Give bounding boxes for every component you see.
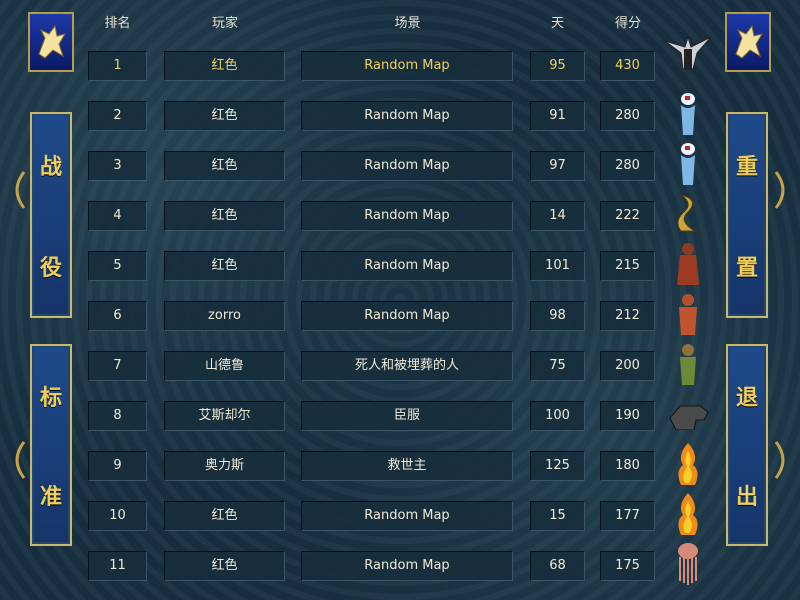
player-cell: zorro (164, 301, 285, 331)
rank-cell: 10 (88, 501, 147, 531)
table-row: 10 红色 Random Map 15 177 (0, 493, 800, 541)
player-cell: 山德鲁 (164, 351, 285, 381)
days-cell: 91 (530, 101, 585, 131)
player-cell: 红色 (164, 101, 285, 131)
score-cell: 175 (600, 551, 655, 581)
score-cell: 200 (600, 351, 655, 381)
table-row: 2 红色 Random Map 91 280 (0, 93, 800, 141)
table-row: 9 奥力斯 救世主 125 180 (0, 443, 800, 491)
scene-cell: Random Map (301, 501, 513, 531)
score-cell: 280 (600, 151, 655, 181)
score-cell: 177 (600, 501, 655, 531)
table-row: 8 艾斯却尔 臣服 100 190 (0, 401, 800, 441)
scene-cell: Random Map (301, 251, 513, 281)
scene-cell: Random Map (301, 301, 513, 331)
table-row: 5 红色 Random Map 101 215 (0, 243, 800, 291)
table-row: 7 山德鲁 死人和被埋葬的人 75 200 (0, 344, 800, 391)
scene-cell: Random Map (301, 51, 513, 81)
scene-cell: Random Map (301, 101, 513, 131)
orc-icon (662, 341, 714, 385)
rank-cell: 7 (88, 351, 147, 381)
days-cell: 75 (530, 351, 585, 381)
score-cell: 212 (600, 301, 655, 331)
scene-cell: 臣服 (301, 401, 513, 431)
scene-cell: Random Map (301, 151, 513, 181)
water-elemental-icon (662, 91, 714, 135)
player-cell: 艾斯却尔 (164, 401, 285, 431)
days-cell: 125 (530, 451, 585, 481)
score-cell: 430 (600, 51, 655, 81)
table-row: 4 红色 Random Map 14 222 (0, 194, 800, 241)
player-cell: 红色 (164, 501, 285, 531)
days-cell: 14 (530, 201, 585, 231)
efreet-icon (662, 291, 714, 335)
rank-cell: 1 (88, 51, 147, 81)
water-elemental-icon (662, 141, 714, 185)
score-cell: 190 (600, 401, 655, 431)
monk-icon (662, 241, 714, 285)
table-row: 11 红色 Random Map 68 175 (0, 543, 800, 591)
player-cell: 红色 (164, 251, 285, 281)
header-scene: 场景 (394, 16, 421, 31)
rank-cell: 3 (88, 151, 147, 181)
player-cell: 红色 (164, 201, 285, 231)
days-cell: 98 (530, 301, 585, 331)
scene-cell: 救世主 (301, 451, 513, 481)
player-cell: 红色 (164, 551, 285, 581)
days-cell: 15 (530, 501, 585, 531)
score-cell: 215 (600, 251, 655, 281)
header-days: 天 (550, 16, 564, 31)
header-score: 得分 (614, 16, 641, 31)
player-cell: 奥力斯 (164, 451, 285, 481)
header-rank: 排名 (104, 16, 131, 31)
rank-cell: 8 (88, 401, 147, 431)
scene-cell: Random Map (301, 201, 513, 231)
scene-cell: Random Map (301, 551, 513, 581)
days-cell: 68 (530, 551, 585, 581)
fire-elemental-icon (662, 441, 714, 485)
table-row: 1 红色 Random Map 95 430 (0, 35, 800, 91)
scene-cell: 死人和被埋葬的人 (301, 351, 513, 381)
player-cell: 红色 (164, 51, 285, 81)
player-cell: 红色 (164, 151, 285, 181)
days-cell: 95 (530, 51, 585, 81)
jellyfish-icon (662, 541, 714, 585)
table-row: 6 zorro Random Map 98 212 (0, 294, 800, 341)
score-cell: 222 (600, 201, 655, 231)
rank-cell: 9 (88, 451, 147, 481)
rank-cell: 2 (88, 101, 147, 131)
days-cell: 97 (530, 151, 585, 181)
naga-icon (662, 191, 714, 235)
days-cell: 100 (530, 401, 585, 431)
rank-cell: 6 (88, 301, 147, 331)
score-cell: 180 (600, 451, 655, 481)
days-cell: 101 (530, 251, 585, 281)
table-row: 3 红色 Random Map 97 280 (0, 143, 800, 191)
header-player: 玩家 (211, 16, 238, 31)
rank-cell: 11 (88, 551, 147, 581)
rank-cell: 5 (88, 251, 147, 281)
angel-icon (662, 27, 714, 71)
rank-cell: 4 (88, 201, 147, 231)
fire-elemental-icon (662, 491, 714, 535)
score-cell: 280 (600, 101, 655, 131)
wolf-icon (662, 391, 714, 435)
